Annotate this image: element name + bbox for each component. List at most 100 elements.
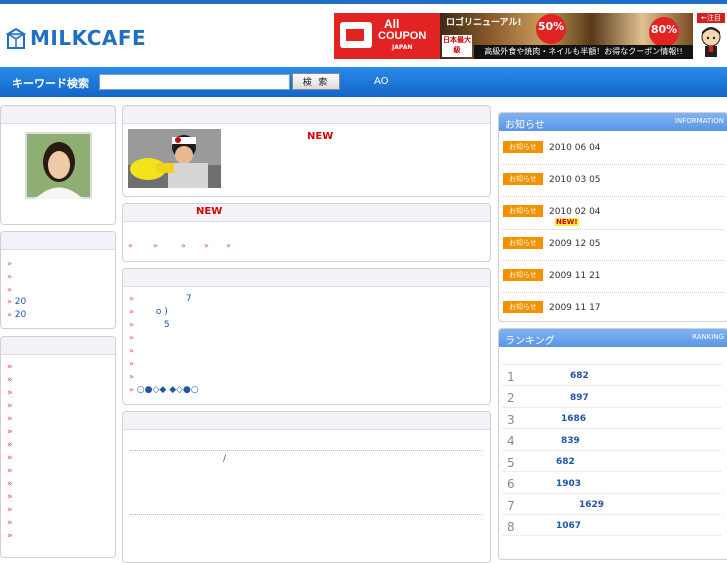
- search-extra-link[interactable]: AO: [374, 76, 389, 87]
- ad-bottom-text: 高級外食や焼肉・ネイルも半額！お得なクーポン情報!!: [474, 45, 693, 59]
- ad-discount-50: 50%: [536, 14, 566, 44]
- news-separator: [503, 292, 723, 293]
- profile-photo[interactable]: [25, 132, 92, 199]
- ad-renew-text: ロゴリニューアル!: [446, 18, 522, 28]
- link-arrow[interactable]: »: [226, 241, 231, 250]
- ranking-value[interactable]: 1067: [556, 521, 581, 531]
- ranking-title: ランキング: [505, 336, 555, 347]
- ranking-separator: [503, 385, 721, 386]
- center-list-item[interactable]: »: [129, 372, 134, 382]
- ranking-value[interactable]: 1629: [579, 500, 604, 510]
- ad-attention-tag[interactable]: ←注目: [697, 13, 725, 23]
- ranking-separator: [503, 407, 721, 408]
- center-list-item[interactable]: »: [129, 359, 134, 369]
- news-badge: お知らせ: [503, 269, 543, 281]
- left-link-arrow[interactable]: »: [7, 440, 13, 450]
- center-box-3-header: [123, 269, 490, 287]
- news-date[interactable]: 2009 11 21: [549, 271, 601, 281]
- center-list-item[interactable]: » o ): [129, 307, 168, 317]
- left-list-item[interactable]: »: [7, 259, 12, 269]
- left-link-arrow[interactable]: »: [7, 401, 13, 411]
- news-separator: [503, 196, 723, 197]
- news-header: お知らせ INFORMATION: [499, 113, 727, 131]
- news-date[interactable]: 2010 06 04: [549, 143, 601, 153]
- news-date[interactable]: 2009 11 17: [549, 303, 601, 313]
- link-arrow[interactable]: »: [153, 241, 158, 250]
- left-link-arrow[interactable]: »: [7, 388, 13, 398]
- ranking-value[interactable]: 897: [570, 393, 589, 403]
- search-input[interactable]: [99, 74, 290, 90]
- center-list-item[interactable]: » ○●◇◆ ◆◇●○: [129, 385, 199, 395]
- ranking-separator: [503, 428, 721, 429]
- ranking-number: 8: [507, 520, 515, 534]
- left-link-arrow[interactable]: »: [7, 505, 13, 515]
- left-link-arrow[interactable]: »: [7, 466, 13, 476]
- ranking-number: 2: [507, 391, 515, 405]
- ranking-value[interactable]: 839: [561, 436, 580, 446]
- ranking-value[interactable]: 1686: [561, 414, 586, 424]
- center-list-item[interactable]: » 5: [129, 320, 170, 330]
- news-date[interactable]: 2009 12 05: [549, 239, 601, 249]
- ranking-number: 7: [507, 499, 515, 513]
- left-link-arrow[interactable]: »: [7, 375, 13, 385]
- search-label: キーワード検索: [12, 77, 89, 90]
- news-separator: [503, 260, 723, 261]
- ranking-number: 5: [507, 456, 515, 470]
- ranking-value[interactable]: 1903: [556, 479, 581, 489]
- center-list-item[interactable]: » 7: [129, 294, 192, 304]
- center-list-item[interactable]: »: [129, 346, 134, 356]
- feature-photo[interactable]: [128, 129, 221, 188]
- left-list-item[interactable]: » 20: [7, 297, 26, 307]
- link-arrow[interactable]: »: [181, 241, 186, 250]
- left-list-box: » » » » 20 » 20: [0, 231, 116, 329]
- left-link-arrow[interactable]: »: [7, 427, 13, 437]
- ranking-value[interactable]: 682: [556, 457, 575, 467]
- left-link-arrow[interactable]: »: [7, 414, 13, 424]
- search-bar: キーワード検索 検 索 AO: [0, 67, 727, 97]
- news-date[interactable]: 2010 02 04: [549, 207, 601, 217]
- feature-box: NEW: [122, 105, 491, 197]
- center-box-4-slash: /: [223, 454, 227, 464]
- news-badge: お知らせ: [503, 301, 543, 313]
- milk-carton-icon: [6, 27, 26, 49]
- left-link-arrow[interactable]: »: [7, 531, 13, 541]
- ranking-number: 6: [507, 477, 515, 491]
- left-list-item[interactable]: »: [7, 285, 12, 295]
- center-box-2: NEW » » » » »: [122, 203, 491, 262]
- left-list-item[interactable]: » 20: [7, 310, 26, 320]
- ranking-separator: [503, 450, 721, 451]
- new-mark: NEW!: [555, 218, 579, 226]
- news-badge: お知らせ: [503, 173, 543, 185]
- news-badge: お知らせ: [503, 141, 543, 153]
- ranking-separator: [503, 514, 721, 515]
- news-box: お知らせ INFORMATION お知らせ 2010 06 04 お知らせ 20…: [498, 112, 727, 322]
- ranking-header: ランキング RANKING: [499, 329, 727, 347]
- center-list-item[interactable]: »: [129, 333, 134, 343]
- left-list-item[interactable]: »: [7, 272, 12, 282]
- coupon-ad-banner[interactable]: All COUPON JAPAN ロゴリニューアル! 50% 80% 日本最大級…: [334, 13, 693, 59]
- search-button[interactable]: 検 索: [292, 73, 340, 90]
- left-link-arrow[interactable]: »: [7, 362, 13, 372]
- site-logo[interactable]: MILKCAFE: [6, 26, 146, 50]
- center-box-2-links: » » » » »: [128, 241, 328, 253]
- news-date[interactable]: 2010 03 05: [549, 175, 601, 185]
- news-separator: [503, 164, 723, 165]
- ranking-number: 4: [507, 434, 515, 448]
- news-badge: お知らせ: [503, 237, 543, 249]
- ranking-separator: [503, 364, 721, 365]
- left-link-arrow[interactable]: »: [7, 453, 13, 463]
- link-arrow[interactable]: »: [204, 241, 209, 250]
- feature-new-label: NEW: [307, 131, 334, 142]
- logo-text: MILKCAFE: [30, 26, 147, 50]
- left-link-arrow[interactable]: »: [7, 492, 13, 502]
- left-list-header: [1, 232, 115, 250]
- ad-discount-80: 80%: [649, 17, 679, 47]
- coupon-tag-icon: [340, 22, 372, 48]
- ranking-number: 3: [507, 413, 515, 427]
- ranking-value[interactable]: 682: [570, 371, 589, 381]
- left-link-arrow[interactable]: »: [7, 479, 13, 489]
- center-box-3: » 7 » o ) » 5 » » » » » ○●◇◆ ◆◇●○: [122, 268, 491, 405]
- mascot-icon: [701, 27, 721, 57]
- left-link-arrow[interactable]: »: [7, 518, 13, 528]
- link-arrow[interactable]: »: [128, 241, 133, 250]
